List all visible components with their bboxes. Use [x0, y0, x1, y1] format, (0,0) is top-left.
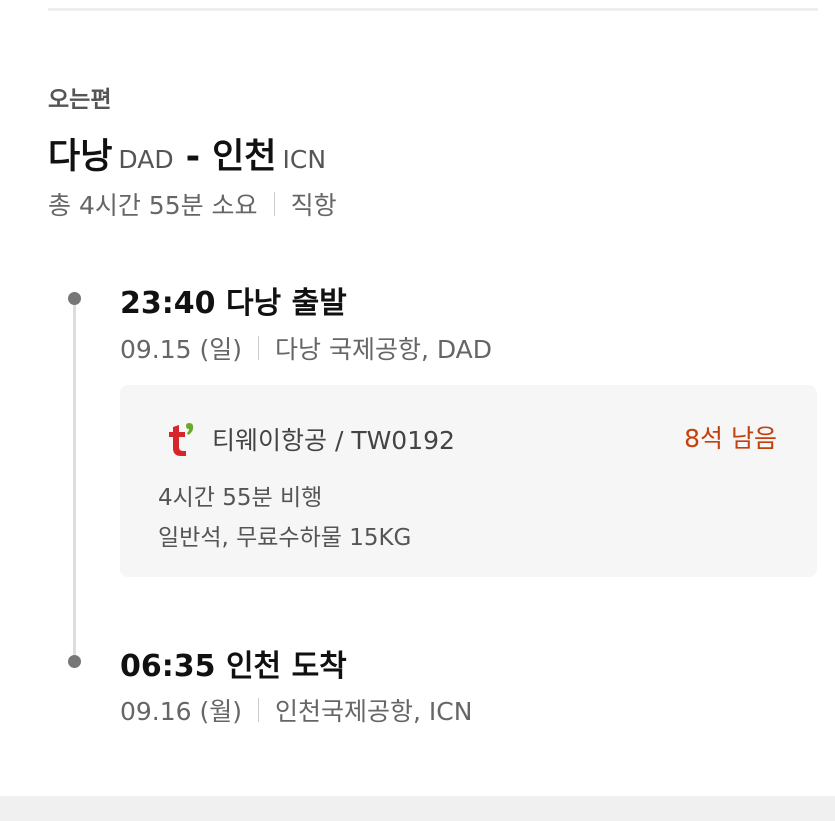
route-header: 다낭 DAD - 인천 ICN: [48, 128, 326, 179]
arrival-airport: 인천국제공항, ICN: [275, 697, 473, 726]
arrival-dot: [68, 655, 81, 668]
arrival-divider: [258, 698, 260, 722]
section-label: 오는편: [48, 87, 112, 113]
departure-title: 23:40 다낭 출발: [120, 286, 347, 321]
destination-code: ICN: [282, 145, 327, 174]
trip-summary: 총 4시간 55분 소요 직항: [48, 186, 337, 222]
origin-city: 다낭: [48, 137, 113, 177]
timeline-line: [73, 298, 76, 662]
airline-row: 티웨이항공 / TW0192: [164, 419, 455, 459]
bottom-section-band: [0, 796, 835, 821]
flight-card: 티웨이항공 / TW0192 8석 남음 4시간 55분 비행 일반석, 무료수…: [120, 385, 817, 577]
arrival-title: 06:35 인천 도착: [120, 649, 347, 684]
summary-divider: [273, 192, 275, 216]
departure-dot: [68, 292, 81, 305]
arrival-date: 09.16 (월): [120, 697, 243, 726]
origin-code: DAD: [118, 145, 174, 174]
departure-date: 09.15 (일): [120, 335, 243, 364]
arrival-info: 09.16 (월) 인천국제공항, ICN: [120, 692, 472, 728]
destination-city: 인천: [212, 137, 277, 177]
fare-info: 일반석, 무료수하물 15KG: [158, 525, 412, 551]
top-divider: [48, 8, 818, 11]
route-separator: -: [185, 137, 201, 177]
total-duration: 총 4시간 55분 소요: [48, 191, 258, 220]
seats-left-badge: 8석 남음: [684, 424, 777, 453]
airline-flight-number: 티웨이항공 / TW0192: [212, 426, 455, 455]
departure-airport: 다낭 국제공항, DAD: [275, 335, 493, 364]
tway-airline-logo-icon: [169, 423, 194, 456]
flight-type: 직항: [290, 191, 337, 220]
departure-divider: [258, 336, 260, 360]
departure-info: 09.15 (일) 다낭 국제공항, DAD: [120, 330, 492, 366]
flight-duration: 4시간 55분 비행: [158, 485, 323, 511]
